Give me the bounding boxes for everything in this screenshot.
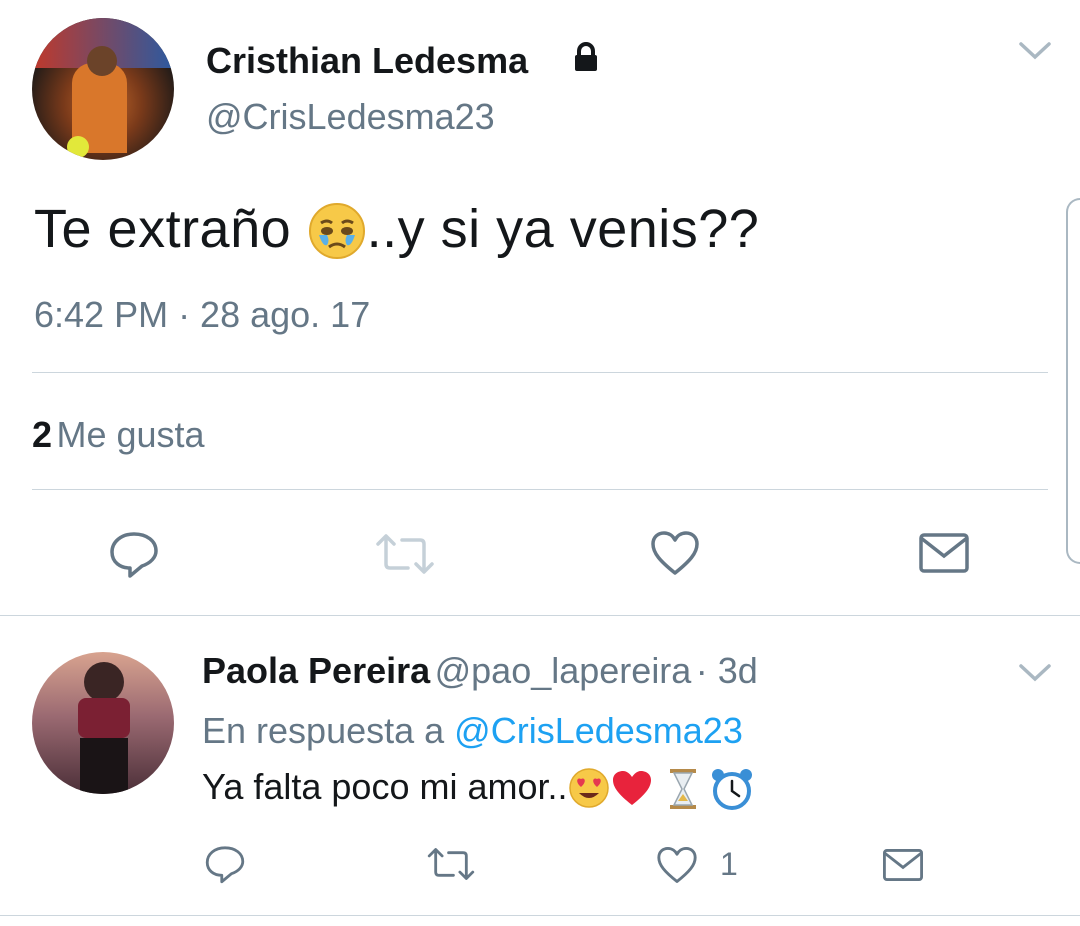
reply-likes-count: 1 [720,846,738,882]
likes-stat[interactable]: 2 Me gusta [32,414,205,456]
reply-text: Ya falta poco mi amor.. [202,766,754,812]
retweet-icon [374,532,436,576]
divider [0,615,1080,616]
divider [32,489,1048,490]
in-reply-mention[interactable]: @CrisLedesma23 [454,710,743,751]
reply-author-avatar[interactable] [32,652,174,794]
reply-text-body: Ya falta poco mi amor.. [202,766,568,807]
heart-eyes-icon [568,767,610,812]
in-reply-prefix: En respuesta a [202,710,445,751]
reply-icon[interactable] [108,530,160,578]
chevron-down-icon[interactable] [1018,40,1052,62]
in-reply-to: En respuesta a @CrisLedesma23 [202,710,743,752]
direct-message-icon[interactable] [918,532,970,574]
tweet-text: Te extraño ..y si ya venis?? [34,198,759,264]
tweet-text-after: ..y si ya venis?? [366,199,760,259]
reply-chevron-down-icon[interactable] [1018,662,1052,684]
author-handle[interactable]: @CrisLedesma23 [206,96,495,138]
reply-header: Paola Pereira @pao_lapereira · 3d [202,650,758,692]
divider [32,372,1048,373]
reply-author-name[interactable]: Paola Pereira [202,650,430,691]
hourglass-icon [668,767,698,812]
red-heart-icon [610,768,654,811]
reply-author-handle[interactable]: @pao_lapereira [435,650,692,691]
reply-direct-message-icon[interactable] [882,848,924,882]
reply-time: · 3d [695,650,758,691]
reply-reply-icon[interactable] [204,844,246,884]
scrollbar[interactable] [1066,198,1080,564]
reply-retweet-icon[interactable] [426,846,476,882]
likes-count: 2 [32,414,53,455]
alarm-clock-icon [710,767,754,812]
crying-face-icon [307,201,367,264]
reply-heart-icon[interactable] [656,846,698,884]
lock-icon [573,42,599,72]
divider [0,915,1080,916]
tweet-text-before: Te extraño [34,199,307,259]
likes-label: Me gusta [56,414,205,455]
tweet-timestamp[interactable]: 6:42 PM · 28 ago. 17 [34,294,370,336]
author-avatar[interactable] [32,18,174,160]
author-name[interactable]: Cristhian Ledesma [206,40,528,82]
heart-icon[interactable] [650,530,700,576]
